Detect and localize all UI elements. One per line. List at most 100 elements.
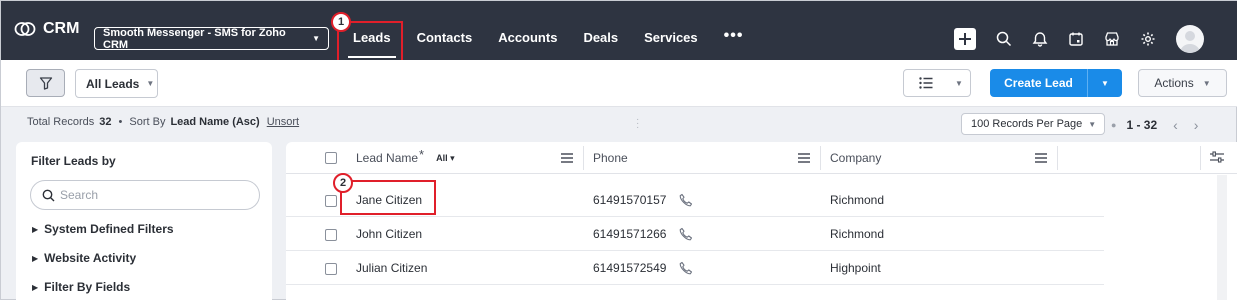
app-selector[interactable]: Smooth Messenger - SMS for Zoho CRM ▼: [94, 26, 329, 51]
records-per-page-label: 100 Records Per Page: [971, 118, 1083, 130]
phone-call-icon[interactable]: [679, 227, 693, 241]
app-selector-label: Smooth Messenger - SMS for Zoho CRM: [103, 26, 286, 51]
filter-toggle-button[interactable]: [26, 69, 65, 97]
filter-group-website-activity[interactable]: ▶ Website Activity: [32, 251, 136, 265]
top-navbar: CRM Smooth Messenger - SMS for Zoho CRM …: [1, 1, 1237, 60]
caret-right-icon: ▶: [32, 224, 39, 234]
list-view-icon: [919, 77, 933, 89]
caret-right-icon: ▶: [32, 253, 39, 263]
filter-sidebar: Filter Leads by Search ▶ System Defined …: [16, 142, 272, 300]
filter-group-by-fields[interactable]: ▶ Filter By Fields: [32, 280, 130, 294]
resize-grip-icon[interactable]: · · ·: [636, 115, 639, 133]
chevron-down-icon: ▼: [1088, 119, 1097, 129]
company-cell: Richmond: [830, 227, 885, 241]
column-menu-icon[interactable]: [561, 153, 573, 163]
chevron-down-icon: ▼: [312, 34, 320, 43]
column-settings-icon[interactable]: [1210, 151, 1224, 163]
lead-name-cell[interactable]: Jane Citizen: [356, 183, 422, 217]
more-tabs-button[interactable]: •••: [711, 21, 757, 60]
step-1-badge: 1: [331, 12, 351, 32]
crm-logo[interactable]: CRM: [14, 20, 79, 38]
custom-view-label: All Leads: [86, 76, 140, 91]
row-checkbox[interactable]: [325, 229, 337, 241]
separator-dot: ●: [1111, 120, 1117, 130]
nav-icons: [954, 25, 1204, 53]
chevron-down-icon: ▼: [146, 79, 155, 88]
list-toolbar: All Leads ▼ ▼ Create Lead ▼ Actions ▼: [1, 60, 1237, 107]
gear-icon[interactable]: [1140, 31, 1156, 47]
phone-cell: 61491572549: [593, 251, 693, 285]
tab-deals[interactable]: Deals: [570, 21, 631, 60]
step-2-badge: 2: [333, 173, 353, 193]
column-divider[interactable]: [1057, 146, 1058, 170]
phone-call-icon[interactable]: [679, 193, 693, 207]
leads-table: Lead Name * All ▾ Phone Company Jane Citi…: [286, 142, 1237, 300]
table-row[interactable]: John Citizen 61491571266 Richmond: [286, 217, 1104, 251]
table-header: Lead Name * All ▾ Phone Company: [286, 142, 1237, 174]
funnel-icon: [39, 77, 52, 90]
custom-view-select[interactable]: All Leads ▼: [75, 69, 158, 98]
caret-right-icon: ▶: [32, 282, 39, 292]
column-divider[interactable]: [583, 146, 584, 170]
chevron-down-icon: ▼: [1101, 78, 1109, 88]
create-lead-button-group: Create Lead ▼: [990, 69, 1122, 97]
company-cell: Highpoint: [830, 261, 881, 275]
add-icon[interactable]: [954, 28, 976, 50]
filter-group-system-defined[interactable]: ▶ System Defined Filters: [32, 222, 174, 236]
column-header-lead-name[interactable]: Lead Name * All ▾: [356, 142, 455, 174]
company-cell: Richmond: [830, 193, 885, 207]
next-page-icon[interactable]: ›: [1194, 117, 1199, 133]
bell-icon[interactable]: [1032, 31, 1048, 47]
pagination: ● 1 - 32 ‹ ›: [1111, 117, 1198, 133]
tab-services[interactable]: Services: [631, 21, 711, 60]
column-menu-icon[interactable]: [798, 153, 810, 163]
column-header-phone[interactable]: Phone: [593, 142, 628, 174]
actions-label: Actions: [1154, 76, 1194, 90]
table-row[interactable]: Julian Citizen 61491572549 Highpoint: [286, 251, 1104, 285]
required-marker: *: [419, 146, 425, 162]
column-divider[interactable]: [820, 146, 821, 170]
create-lead-button[interactable]: Create Lead: [990, 69, 1088, 97]
calendar-icon[interactable]: [1068, 31, 1084, 47]
unsort-link[interactable]: Unsort: [267, 116, 299, 128]
table-row[interactable]: Jane Citizen 61491570157 Richmond: [286, 183, 1104, 217]
create-lead-dropdown[interactable]: ▼: [1088, 69, 1122, 97]
filter-search-placeholder: Search: [60, 188, 99, 202]
sort-by-label: Sort By: [129, 116, 166, 128]
crm-logo-icon: [14, 22, 36, 36]
search-icon[interactable]: [996, 31, 1012, 47]
prev-page-icon[interactable]: ‹: [1173, 117, 1178, 133]
brand-label: CRM: [43, 20, 80, 37]
lead-name-cell[interactable]: Julian Citizen: [356, 251, 427, 285]
records-per-page-select[interactable]: 100 Records Per Page ▼: [961, 113, 1105, 135]
chevron-down-icon: ▼: [1202, 78, 1211, 88]
tab-contacts[interactable]: Contacts: [404, 21, 486, 60]
phone-cell: 61491571266: [593, 217, 693, 251]
tab-accounts[interactable]: Accounts: [485, 21, 570, 60]
chevron-down-icon: ▼: [955, 78, 963, 88]
view-mode-select[interactable]: ▼: [903, 69, 971, 97]
records-info-bar: Total Records 32 • Sort By Lead Name (As…: [1, 107, 1237, 141]
search-icon: [42, 189, 55, 201]
column-header-company[interactable]: Company: [830, 142, 881, 174]
select-all-checkbox[interactable]: [325, 152, 337, 164]
row-checkbox[interactable]: [325, 195, 337, 207]
avatar[interactable]: [1176, 25, 1204, 53]
column-divider: [1200, 146, 1201, 170]
page-range: 1 - 32: [1126, 118, 1158, 132]
phone-cell: 61491570157: [593, 183, 693, 217]
filter-sidebar-title: Filter Leads by: [31, 154, 116, 168]
column-menu-icon[interactable]: [1035, 153, 1047, 163]
lead-name-cell[interactable]: John Citizen: [356, 217, 422, 251]
marketplace-icon[interactable]: [1104, 31, 1120, 47]
filter-search-input[interactable]: Search: [30, 180, 260, 210]
lead-name-filter[interactable]: All ▾: [436, 153, 455, 164]
row-checkbox[interactable]: [325, 263, 337, 275]
total-records-label: Total Records: [27, 116, 95, 128]
vertical-scrollbar[interactable]: [1217, 175, 1227, 300]
phone-call-icon[interactable]: [679, 261, 693, 275]
separator-dot: •: [118, 116, 123, 128]
actions-button[interactable]: Actions ▼: [1138, 69, 1227, 97]
sort-by-value: Lead Name (Asc): [170, 116, 260, 128]
total-records-count: 32: [99, 116, 112, 128]
